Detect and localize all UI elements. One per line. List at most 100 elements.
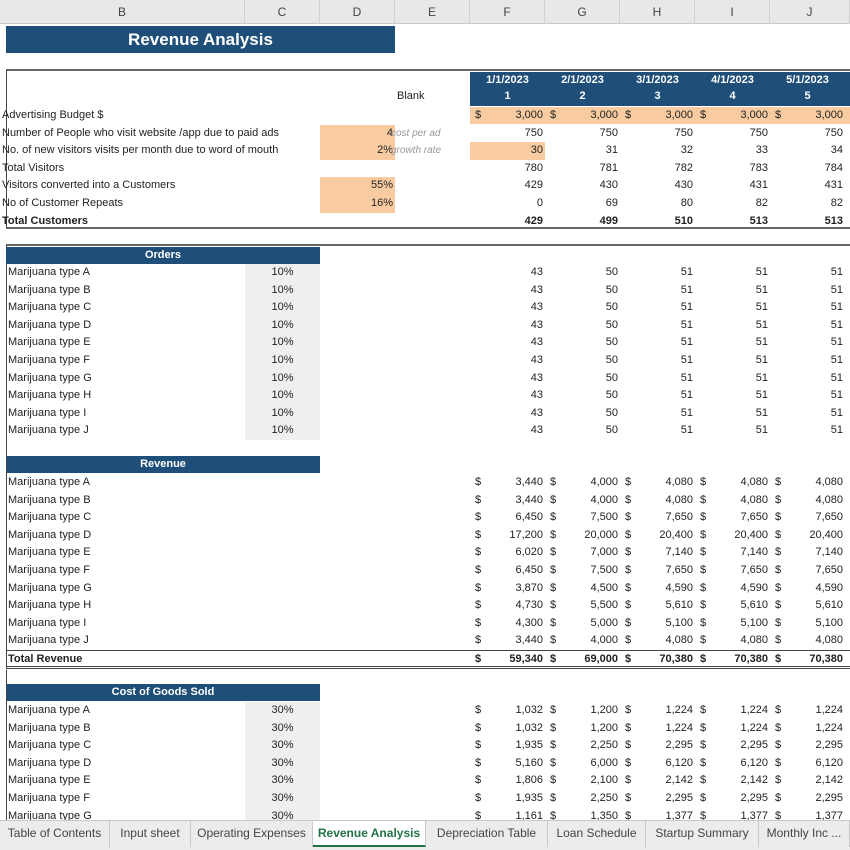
value-cell[interactable]: 6,000 bbox=[550, 755, 618, 773]
value-cell[interactable]: 20,400 bbox=[775, 527, 843, 545]
value-cell[interactable]: 51 bbox=[625, 387, 693, 405]
value-cell[interactable]: 7,140 bbox=[700, 544, 768, 562]
total-value-cell[interactable]: 59,340 bbox=[475, 651, 543, 669]
value-cell[interactable]: 431 bbox=[700, 177, 768, 195]
value-cell[interactable]: 51 bbox=[625, 317, 693, 335]
value-cell[interactable]: 4,080 bbox=[700, 492, 768, 510]
value-cell[interactable]: 2,295 bbox=[625, 790, 693, 808]
value-cell[interactable]: 51 bbox=[700, 352, 768, 370]
value-cell[interactable]: 51 bbox=[775, 317, 843, 335]
share-percent[interactable]: 10% bbox=[245, 387, 320, 405]
value-cell[interactable]: 51 bbox=[700, 422, 768, 440]
value-cell[interactable]: 51 bbox=[775, 405, 843, 423]
column-header-h[interactable]: H bbox=[620, 0, 695, 24]
value-cell[interactable]: 3,870 bbox=[475, 580, 543, 598]
value-cell[interactable]: 6,120 bbox=[625, 755, 693, 773]
value-cell[interactable]: 6,120 bbox=[700, 755, 768, 773]
share-percent[interactable]: 10% bbox=[245, 281, 320, 300]
total-value-cell[interactable]: 69,000 bbox=[550, 651, 618, 669]
value-cell[interactable]: 50 bbox=[550, 282, 618, 300]
value-cell[interactable]: 51 bbox=[700, 282, 768, 300]
value-cell[interactable]: 1,224 bbox=[700, 702, 768, 720]
sheet-tab-input-sheet[interactable]: Input sheet bbox=[110, 821, 191, 847]
value-cell[interactable]: 431 bbox=[775, 177, 843, 195]
value-cell[interactable]: 43 bbox=[475, 405, 543, 423]
value-cell[interactable]: 4,080 bbox=[775, 492, 843, 510]
value-cell[interactable]: 1,935 bbox=[475, 790, 543, 808]
value-cell[interactable]: 783 bbox=[700, 160, 768, 178]
value-cell[interactable]: 50 bbox=[550, 422, 618, 440]
value-cell[interactable]: 51 bbox=[625, 282, 693, 300]
value-cell[interactable]: 33 bbox=[700, 142, 768, 160]
value-cell[interactable]: 50 bbox=[550, 334, 618, 352]
cogs-percent[interactable]: 30% bbox=[245, 790, 320, 808]
value-cell[interactable]: 7,650 bbox=[625, 562, 693, 580]
value-cell[interactable]: 4,000 bbox=[550, 632, 618, 650]
value-cell[interactable]: 6,020 bbox=[475, 544, 543, 562]
share-percent[interactable]: 10% bbox=[245, 352, 320, 370]
column-header-g[interactable]: G bbox=[545, 0, 620, 24]
value-cell[interactable]: 7,650 bbox=[700, 562, 768, 580]
value-cell[interactable]: 6,450 bbox=[475, 509, 543, 527]
value-cell[interactable]: 6,450 bbox=[475, 562, 543, 580]
value-cell[interactable]: 499 bbox=[550, 213, 618, 231]
value-cell[interactable]: 51 bbox=[700, 334, 768, 352]
value-cell[interactable]: 4,590 bbox=[700, 580, 768, 598]
value-cell[interactable]: 1,224 bbox=[775, 720, 843, 738]
column-header-d[interactable]: D bbox=[320, 0, 395, 24]
value-cell[interactable]: 20,000 bbox=[550, 527, 618, 545]
value-cell[interactable]: 51 bbox=[700, 370, 768, 388]
value-cell[interactable]: 51 bbox=[625, 299, 693, 317]
column-header-i[interactable]: I bbox=[695, 0, 770, 24]
value-cell[interactable]: 51 bbox=[700, 299, 768, 317]
column-header-b[interactable]: B bbox=[0, 0, 245, 24]
value-cell[interactable]: 43 bbox=[475, 422, 543, 440]
value-cell[interactable]: 2,295 bbox=[625, 737, 693, 755]
value-cell[interactable]: 51 bbox=[775, 282, 843, 300]
value-cell[interactable]: 1,032 bbox=[475, 702, 543, 720]
value-cell[interactable]: 51 bbox=[625, 422, 693, 440]
value-cell[interactable]: 3,000 bbox=[475, 107, 543, 125]
value-cell[interactable]: 82 bbox=[775, 195, 843, 213]
value-cell[interactable]: 782 bbox=[625, 160, 693, 178]
value-cell[interactable]: 4,000 bbox=[550, 492, 618, 510]
value-cell[interactable]: 513 bbox=[700, 213, 768, 231]
sheet-tab-table-of-contents[interactable]: Table of Contents bbox=[0, 821, 110, 847]
value-cell[interactable]: 43 bbox=[475, 264, 543, 282]
value-cell[interactable]: 1,032 bbox=[475, 720, 543, 738]
value-cell[interactable]: 7,650 bbox=[775, 562, 843, 580]
value-cell[interactable]: 5,100 bbox=[700, 615, 768, 633]
value-cell[interactable]: 51 bbox=[775, 387, 843, 405]
value-cell[interactable]: 4,080 bbox=[775, 474, 843, 492]
value-cell[interactable]: 50 bbox=[550, 387, 618, 405]
value-cell[interactable]: 31 bbox=[550, 142, 618, 160]
value-cell[interactable]: 6,120 bbox=[775, 755, 843, 773]
value-cell[interactable]: 1,200 bbox=[550, 702, 618, 720]
value-cell[interactable]: 7,140 bbox=[625, 544, 693, 562]
value-cell[interactable]: 51 bbox=[625, 352, 693, 370]
value-cell[interactable]: 43 bbox=[475, 299, 543, 317]
value-cell[interactable]: 5,610 bbox=[625, 597, 693, 615]
total-value-cell[interactable]: 70,380 bbox=[625, 651, 693, 669]
value-cell[interactable]: 750 bbox=[625, 125, 693, 143]
value-cell[interactable]: 3,440 bbox=[475, 632, 543, 650]
sheet-tab-startup-summary[interactable]: Startup Summary bbox=[646, 821, 759, 847]
value-cell[interactable]: 2,142 bbox=[625, 772, 693, 790]
value-cell[interactable]: 784 bbox=[775, 160, 843, 178]
value-cell[interactable]: 5,100 bbox=[775, 615, 843, 633]
value-cell[interactable]: 4,500 bbox=[550, 580, 618, 598]
value-cell[interactable]: 2,295 bbox=[775, 737, 843, 755]
share-percent[interactable]: 10% bbox=[245, 316, 320, 335]
value-cell[interactable]: 50 bbox=[550, 299, 618, 317]
input-cell[interactable]: 55% bbox=[320, 177, 395, 195]
value-cell[interactable]: 43 bbox=[475, 352, 543, 370]
value-cell[interactable]: 513 bbox=[775, 213, 843, 231]
value-cell[interactable]: 510 bbox=[625, 213, 693, 231]
value-cell[interactable]: 750 bbox=[475, 125, 543, 143]
value-cell[interactable]: 43 bbox=[475, 387, 543, 405]
value-cell[interactable]: 51 bbox=[700, 405, 768, 423]
share-percent[interactable]: 10% bbox=[245, 369, 320, 388]
value-cell[interactable]: 43 bbox=[475, 317, 543, 335]
value-cell[interactable]: 750 bbox=[550, 125, 618, 143]
value-cell[interactable]: 7,140 bbox=[775, 544, 843, 562]
